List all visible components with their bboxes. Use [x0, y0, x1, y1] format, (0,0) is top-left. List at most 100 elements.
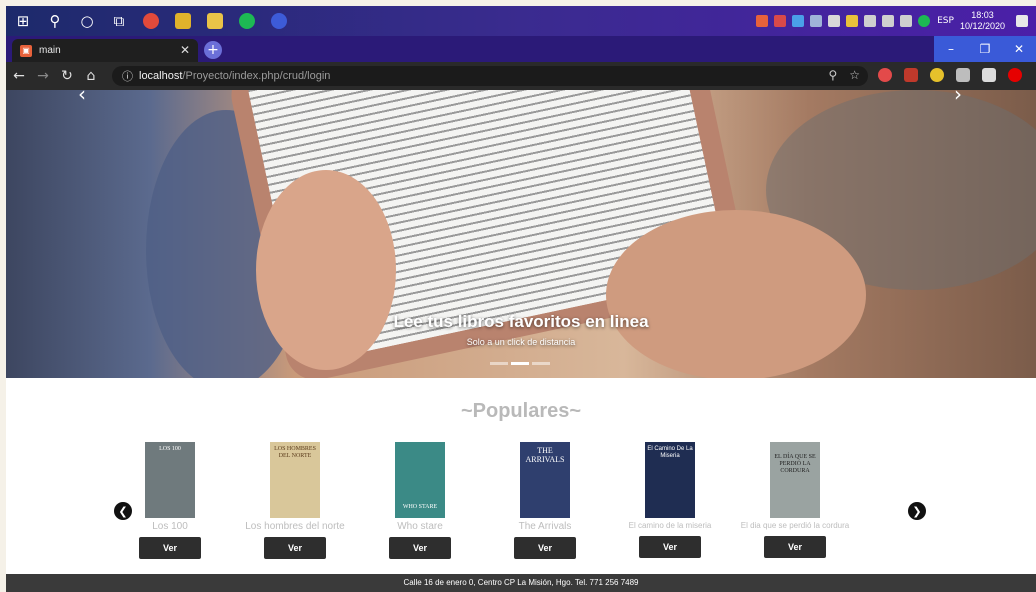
book-cover[interactable]: WHO STARE: [395, 442, 445, 518]
spotify-icon[interactable]: [232, 6, 262, 36]
extension-icon[interactable]: [878, 68, 892, 82]
book-cover-text: EL DÍA QUE SE PERDIÓ LA CORDURA: [774, 454, 816, 474]
spotify-tray-icon[interactable]: [918, 15, 931, 27]
extensions-area: ⋮: [878, 68, 1036, 82]
language-indicator[interactable]: ESP: [937, 16, 954, 26]
xampp-favicon-icon: ▣: [20, 44, 32, 57]
book-title: El dia que se perdió la cordura: [740, 521, 850, 530]
ver-button[interactable]: Ver: [389, 537, 451, 559]
minimize-button[interactable]: –: [934, 36, 968, 62]
book-card: WHO STARE Who stare Ver: [357, 442, 483, 559]
system-tray: ESP 18:03 10/12/2020: [753, 6, 1036, 36]
footer: Calle 16 de enero 0, Centro CP La Misión…: [6, 574, 1036, 592]
book-card: EL DÍA QUE SE PERDIÓ LA CORDURA El dia q…: [732, 442, 858, 558]
book-cover-text: THE ARRIVALS: [525, 446, 565, 464]
address-bar[interactable]: ⓘ localhost/Proyecto/index.php/crud/logi…: [112, 66, 868, 86]
tab-title: main: [39, 45, 61, 56]
carousel-indicator-active[interactable]: [511, 362, 529, 365]
book-cover[interactable]: El Camino De La Miseria: [645, 442, 695, 518]
hero-caption: Lee tus libros favoritos en linea Solo a…: [6, 312, 1036, 347]
reload-icon[interactable]: ↻: [56, 65, 78, 87]
restore-button[interactable]: ❐: [968, 36, 1002, 62]
wifi-icon[interactable]: [900, 15, 913, 27]
hero-carousel: ‹ › Lee tus libros favoritos en linea So…: [6, 90, 1036, 378]
book-cover[interactable]: THE ARRIVALS: [520, 442, 570, 518]
tray-app-icon[interactable]: [828, 15, 841, 27]
book-cover-text: LOS 100: [159, 446, 181, 452]
browser-icon[interactable]: [264, 6, 294, 36]
books-next-arrow-icon[interactable]: ❯: [908, 502, 926, 520]
carousel-indicators: [490, 362, 553, 365]
zoom-search-icon[interactable]: ⚲: [828, 68, 837, 82]
close-window-button[interactable]: ✕: [1002, 36, 1036, 62]
notifications-icon[interactable]: [1016, 15, 1028, 27]
bookmark-star-icon[interactable]: ☆: [849, 68, 860, 82]
volume-icon[interactable]: [882, 15, 895, 27]
file-explorer-icon[interactable]: [200, 6, 230, 36]
book-title: The Arrivals: [518, 521, 572, 532]
hero-prev-arrow-icon[interactable]: ‹: [78, 90, 86, 106]
task-view-icon[interactable]: ⧉: [104, 6, 134, 36]
url-path: /Proyecto/index.php/crud/login: [182, 70, 331, 82]
site-info-icon[interactable]: ⓘ: [122, 68, 133, 84]
battery-icon[interactable]: [864, 15, 877, 27]
book-cover[interactable]: LOS HOMBRES DEL NORTE: [270, 442, 320, 518]
extensions-puzzle-icon[interactable]: [982, 68, 996, 82]
ver-button[interactable]: Ver: [639, 536, 701, 558]
windows-taskbar: ⊞ ⚲ ○ ⧉ ESP 18:03 10/12/2020: [6, 6, 1036, 36]
bluetooth-icon[interactable]: [792, 15, 805, 27]
book-card: LOS 100 Los 100 Ver: [107, 442, 233, 559]
extension-icon[interactable]: [956, 68, 970, 82]
ver-button[interactable]: Ver: [139, 537, 201, 559]
close-tab-icon[interactable]: ✕: [180, 43, 190, 57]
hero-subtitle: Solo a un click de distancia: [466, 337, 576, 347]
xampp-tray-icon[interactable]: [756, 15, 769, 27]
hero-next-arrow-icon[interactable]: ›: [954, 90, 962, 106]
book-cover-text: El Camino De La Miseria: [647, 446, 693, 459]
tray-app-icon[interactable]: [810, 15, 823, 27]
book-card: El Camino De La Miseria El camino de la …: [607, 442, 733, 558]
windows-start-icon[interactable]: ⊞: [8, 6, 38, 36]
hero-title: Lee tus libros favoritos en linea: [393, 312, 649, 331]
forward-icon[interactable]: →: [32, 65, 54, 87]
clock-date: 10/12/2020: [959, 21, 1005, 31]
extension-icon[interactable]: [930, 68, 944, 82]
among-us-icon[interactable]: [168, 6, 198, 36]
profile-avatar[interactable]: [1008, 68, 1022, 82]
hero-hand-shape: [606, 210, 866, 378]
clock[interactable]: 18:03 10/12/2020: [960, 10, 1005, 32]
book-cover-text: WHO STARE: [402, 504, 438, 510]
carousel-indicator[interactable]: [490, 362, 508, 365]
book-title: Los hombres del norte: [245, 521, 345, 532]
book-title: El camino de la miseria: [628, 521, 712, 530]
book-title: Who stare: [397, 521, 443, 532]
book-card: LOS HOMBRES DEL NORTE Los hombres del no…: [232, 442, 358, 559]
tray-app-icon[interactable]: [846, 15, 859, 27]
book-title: Los 100: [152, 521, 188, 532]
clock-time: 18:03: [971, 10, 994, 20]
book-card: THE ARRIVALS The Arrivals Ver: [482, 442, 608, 559]
new-tab-button[interactable]: +: [204, 41, 222, 59]
section-title: ~Populares~: [460, 400, 582, 422]
browser-toolbar: ← → ↻ ⌂ ⓘ localhost/Proyecto/index.php/c…: [6, 62, 1036, 90]
url-host: localhost: [139, 70, 183, 82]
chrome-icon[interactable]: [136, 6, 166, 36]
ver-button[interactable]: Ver: [764, 536, 826, 558]
book-cover[interactable]: LOS 100: [145, 442, 195, 518]
tab-main[interactable]: ▣ main ✕: [12, 39, 198, 62]
ver-button[interactable]: Ver: [514, 537, 576, 559]
book-cover-text: LOS HOMBRES DEL NORTE: [274, 446, 316, 459]
book-cover[interactable]: EL DÍA QUE SE PERDIÓ LA CORDURA: [770, 442, 820, 518]
window-controls: – ❐ ✕: [934, 36, 1036, 62]
cortana-icon[interactable]: ○: [72, 6, 102, 36]
ver-button[interactable]: Ver: [264, 537, 326, 559]
home-icon[interactable]: ⌂: [80, 65, 102, 87]
carousel-indicator[interactable]: [532, 362, 550, 365]
browser-tab-bar: ▣ main ✕ + – ❐ ✕: [6, 36, 1036, 62]
web-page: ‹ › Lee tus libros favoritos en linea So…: [6, 90, 1036, 592]
screen: ⊞ ⚲ ○ ⧉ ESP 18:03 10/12/2020 ▣ main ✕ + …: [6, 6, 1036, 592]
pdf-extension-icon[interactable]: [904, 68, 918, 82]
search-icon[interactable]: ⚲: [40, 6, 70, 36]
back-icon[interactable]: ←: [8, 65, 30, 87]
tray-app-icon[interactable]: [774, 15, 787, 27]
